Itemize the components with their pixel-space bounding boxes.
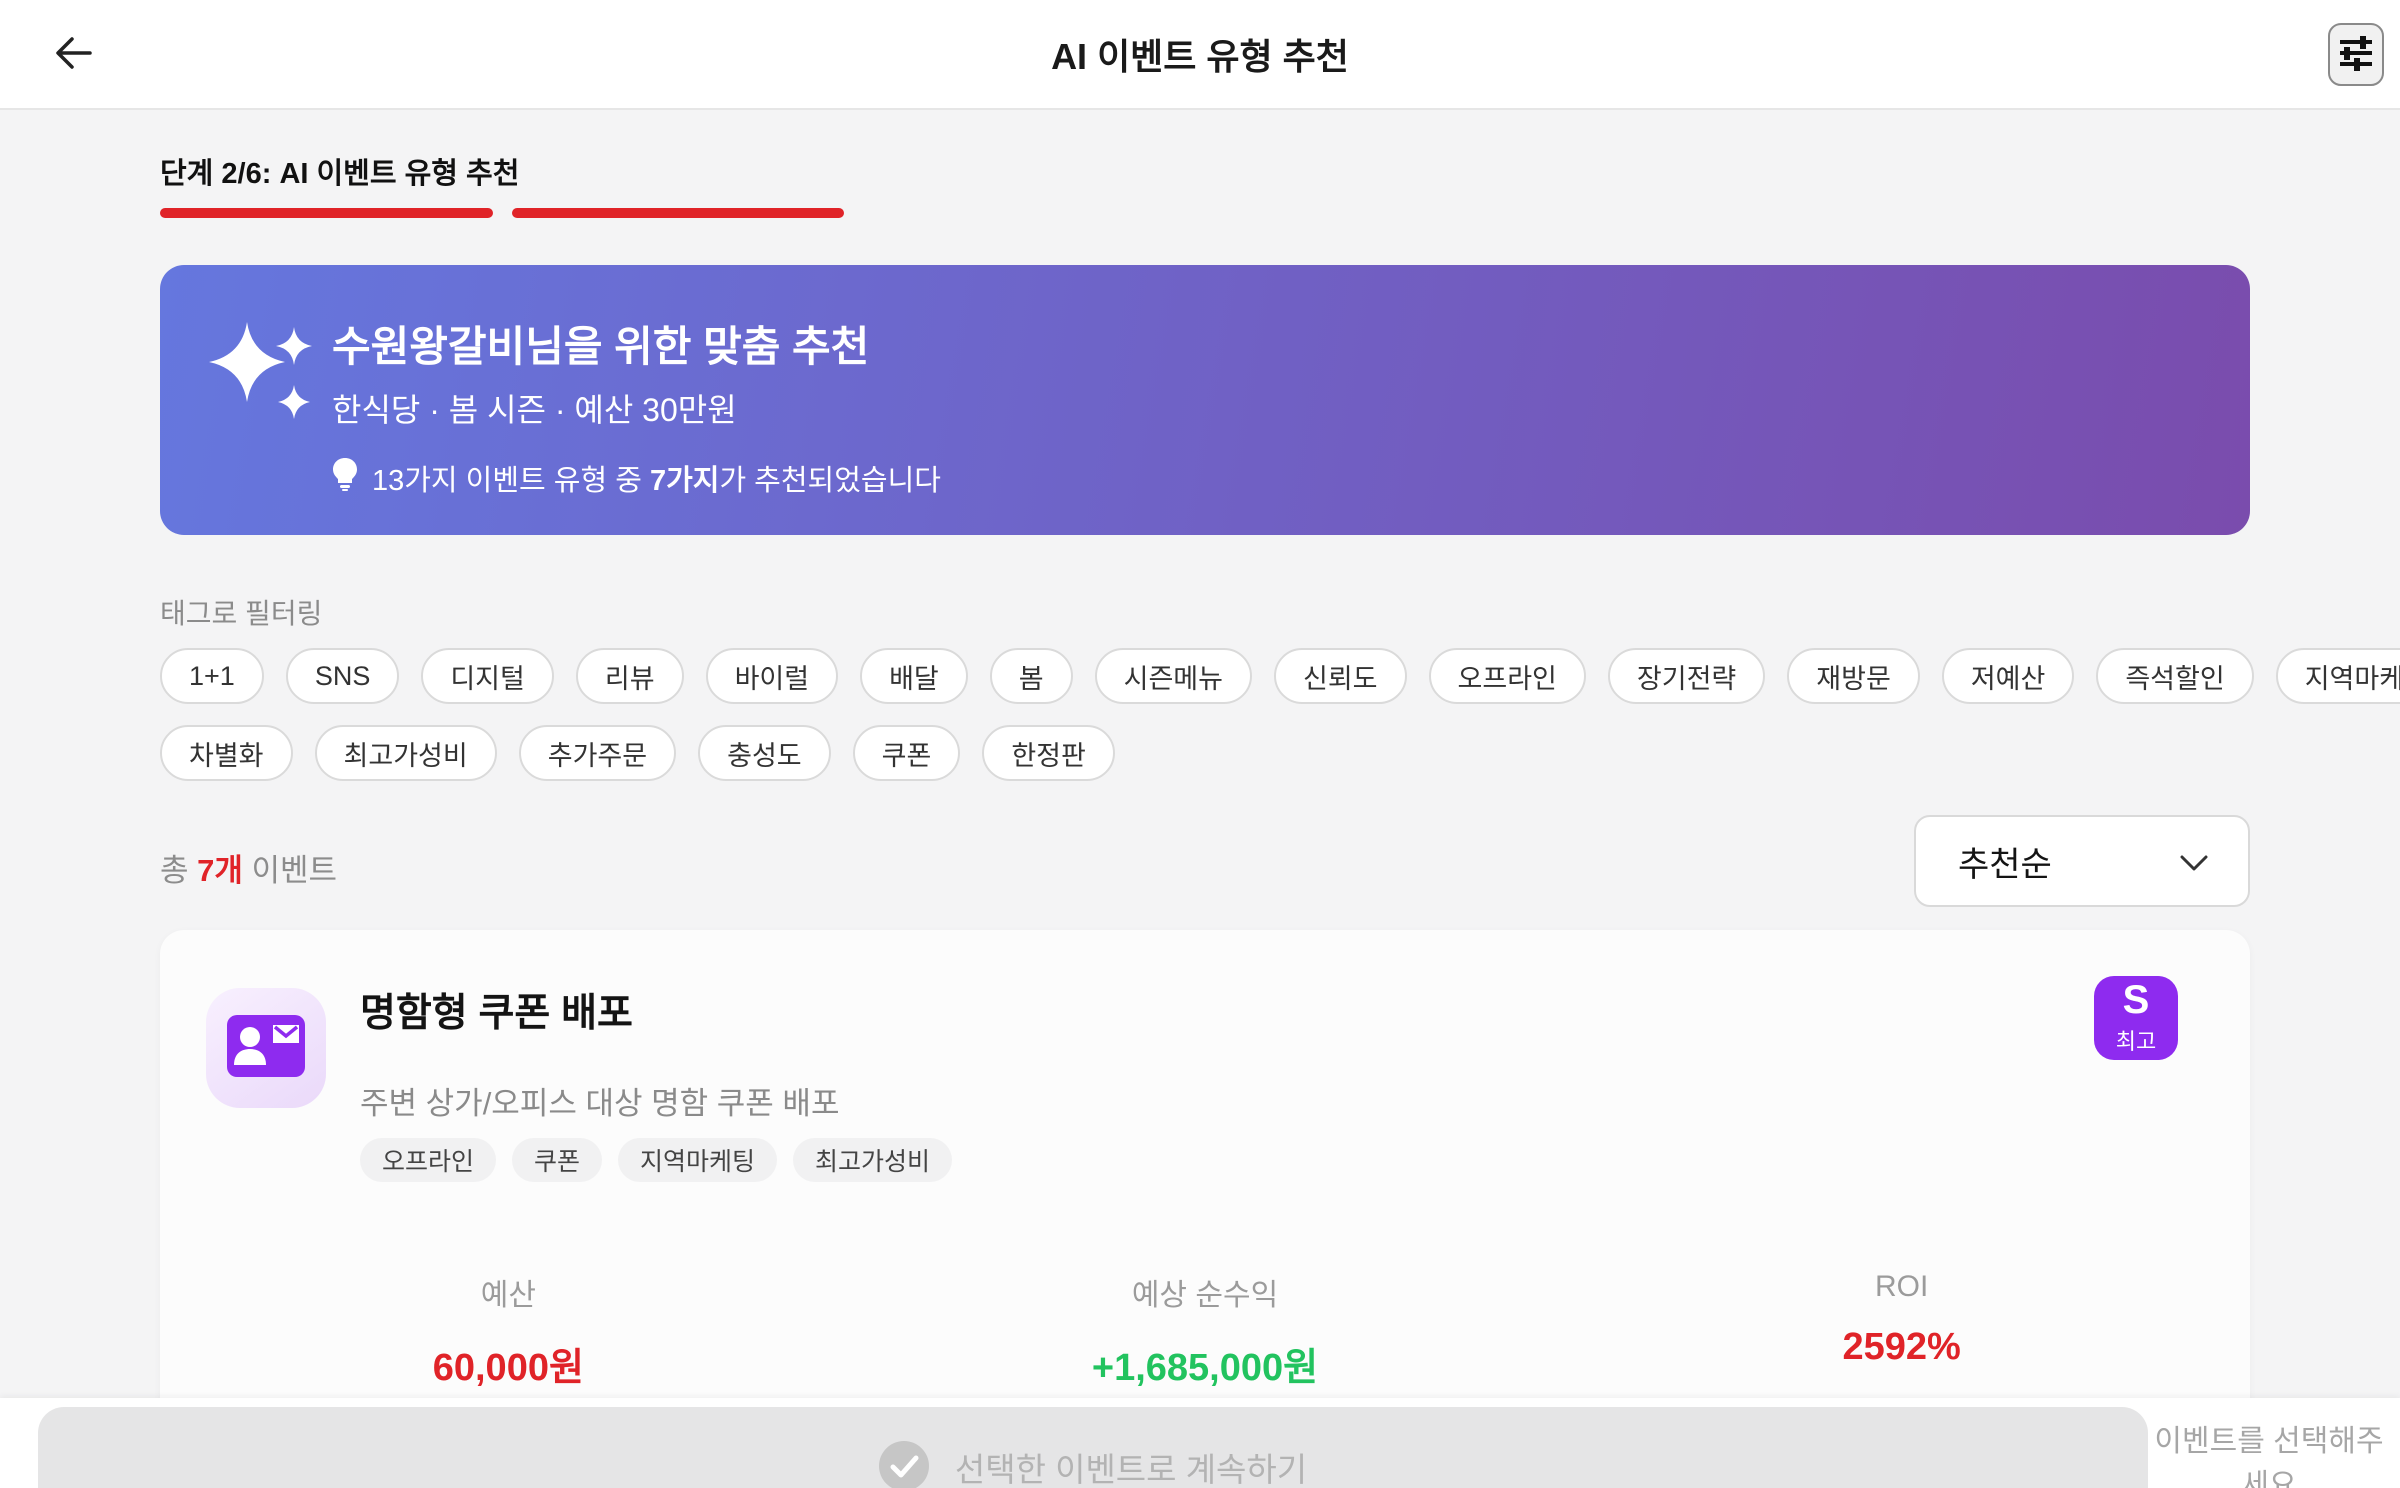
lightbulb-icon bbox=[332, 457, 358, 499]
grade-label: 최고 bbox=[2115, 1029, 2157, 1054]
stat-budget: 예산 60,000원 bbox=[432, 1279, 584, 1389]
event-card[interactable]: 명함형 쿠폰 배포 S 최고 주변 상가/오피스 대상 명함 쿠폰 배포 오프라… bbox=[160, 930, 2250, 1430]
progress-segment bbox=[863, 208, 1196, 218]
filter-tag-chip[interactable]: 한정판 bbox=[982, 725, 1115, 781]
banner-info: 13가지 이벤트 유형 중 7가지가 추천되었습니다 bbox=[332, 457, 941, 499]
filter-tag-chip[interactable]: 추가주문 bbox=[518, 725, 677, 781]
contact-card-icon bbox=[227, 1014, 305, 1082]
filter-tag-chip[interactable]: 바이럴 bbox=[705, 648, 839, 704]
continue-button[interactable]: 선택한 이벤트로 계속하기 bbox=[38, 1407, 2148, 1488]
header: AI 이벤트 유형 추천 bbox=[0, 0, 2400, 110]
selection-hint: 이벤트를 선택해주세요 bbox=[2154, 1425, 2384, 1488]
filter-tag-chip[interactable]: 리뷰 bbox=[575, 648, 684, 704]
filter-tag-chip[interactable]: 1+1 bbox=[160, 648, 264, 704]
bottom-bar: 선택한 이벤트로 계속하기 이벤트를 선택해주세요 bbox=[0, 1398, 2400, 1488]
sparkles-icon bbox=[202, 307, 322, 432]
filter-tag-chip[interactable]: 지역마케팅 bbox=[2275, 648, 2400, 704]
event-stats: 예산 60,000원 예상 순수익 +1,685,000원 ROI 2592% bbox=[160, 1270, 2250, 1391]
tag-filter-row-2: 차별화 최고가성비 추가주문 충성도 쿠폰 한정판 bbox=[160, 725, 1115, 781]
filter-tag-chip[interactable]: 디지털 bbox=[421, 648, 554, 704]
event-tag-chip: 지역마케팅 bbox=[618, 1138, 778, 1182]
step-label: 단계 2/6: AI 이벤트 유형 추천 bbox=[160, 158, 520, 190]
page-title: AI 이벤트 유형 추천 bbox=[1051, 36, 1349, 77]
banner-info-text: 13가지 이벤트 유형 중 7가지가 추천되었습니다 bbox=[372, 465, 941, 497]
progress-segment bbox=[511, 208, 844, 218]
event-tags: 오프라인 쿠폰 지역마케팅 최고가성비 bbox=[360, 1138, 953, 1182]
event-description: 주변 상가/오피스 대상 명함 쿠폰 배포 bbox=[360, 1086, 840, 1121]
filter-tag-chip[interactable]: 신뢰도 bbox=[1274, 648, 1407, 704]
banner-title: 수원왕갈비님을 위한 맞춤 추천 bbox=[332, 323, 870, 370]
back-button[interactable] bbox=[44, 24, 104, 84]
event-tag-chip: 최고가성비 bbox=[793, 1138, 953, 1182]
progress-segment bbox=[160, 208, 493, 218]
arrow-left-icon bbox=[52, 31, 96, 78]
progress-segment bbox=[1215, 208, 1548, 218]
event-icon-container bbox=[206, 988, 326, 1108]
filter-tag-chip[interactable]: 재방문 bbox=[1787, 648, 1920, 704]
event-title: 명함형 쿠폰 배포 bbox=[360, 992, 633, 1035]
filter-settings-button[interactable] bbox=[2328, 23, 2384, 86]
tag-filter-label: 태그로 필터링 bbox=[160, 598, 323, 629]
stat-expected-profit: 예상 순수익 +1,685,000원 bbox=[1091, 1279, 1319, 1389]
progress-segment bbox=[1918, 208, 2251, 218]
sort-dropdown[interactable]: 추천순 bbox=[1914, 815, 2250, 907]
screen: AI 이벤트 유형 추천 단계 2/6: AI 이벤트 유형 추천 수원왕갈비님… bbox=[0, 0, 2400, 1488]
sort-selected-value: 추천순 bbox=[1958, 845, 2052, 884]
filter-tag-chip[interactable]: 즉석할인 bbox=[2096, 648, 2254, 704]
filter-tag-chip[interactable]: 충성도 bbox=[698, 725, 831, 781]
filter-tag-chip[interactable]: 차별화 bbox=[160, 725, 293, 781]
recommendation-banner: 수원왕갈비님을 위한 맞춤 추천 한식당 · 봄 시즌 · 예산 30만원 13… bbox=[160, 265, 2250, 535]
filter-tag-chip[interactable]: 시즌메뉴 bbox=[1094, 648, 1252, 704]
progress-bar bbox=[160, 208, 2250, 218]
banner-subtitle: 한식당 · 봄 시즌 · 예산 30만원 bbox=[332, 392, 737, 428]
filter-tag-chip[interactable]: 장기전략 bbox=[1607, 648, 1766, 704]
sliders-icon bbox=[2338, 34, 2374, 75]
event-count: 총 7개 이벤트 bbox=[160, 853, 338, 888]
filter-tag-chip[interactable]: 쿠폰 bbox=[852, 725, 961, 781]
event-tag-chip: 쿠폰 bbox=[512, 1138, 603, 1182]
stat-roi: ROI 2592% bbox=[1842, 1270, 1961, 1368]
event-tag-chip: 오프라인 bbox=[360, 1138, 497, 1182]
progress-segment bbox=[1566, 208, 1899, 218]
continue-button-label: 선택한 이벤트로 계속하기 bbox=[954, 1451, 1308, 1488]
chevron-down-icon bbox=[2180, 855, 2208, 878]
grade-badge: S 최고 bbox=[2094, 976, 2178, 1060]
filter-tag-chip[interactable]: 최고가성비 bbox=[314, 725, 497, 781]
filter-tag-chip[interactable]: 봄 bbox=[989, 648, 1073, 704]
filter-tag-chip[interactable]: 오프라인 bbox=[1428, 648, 1586, 704]
filter-tag-chip[interactable]: SNS bbox=[285, 648, 400, 704]
tag-filter-row-1: 1+1 SNS 디지털 리뷰 바이럴 배달 봄 시즌메뉴 신뢰도 오프라인 장기전략 재방문 저예산 즉석… bbox=[160, 648, 2400, 704]
filter-tag-chip[interactable]: 배달 bbox=[860, 648, 968, 704]
event-count-number: 7개 bbox=[197, 853, 243, 888]
check-circle-icon bbox=[878, 1440, 929, 1488]
filter-tag-chip[interactable]: 저예산 bbox=[1941, 648, 2075, 704]
grade-letter: S bbox=[2122, 978, 2150, 1022]
